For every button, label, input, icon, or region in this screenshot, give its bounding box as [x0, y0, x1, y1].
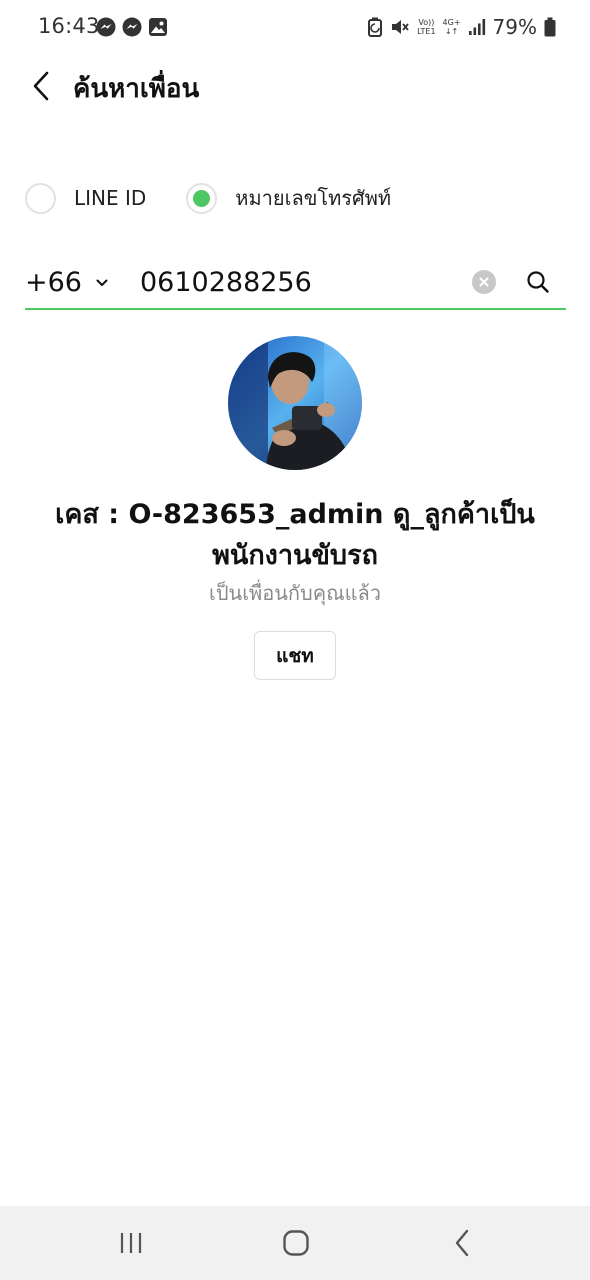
country-code-select[interactable]: +66	[25, 264, 108, 300]
profile-photo	[228, 336, 362, 470]
status-indicators: Vo)) LTE1 4G+ ↓↑ 79%	[367, 15, 556, 39]
network-type-indicator: 4G+ ↓↑	[442, 18, 461, 36]
back-button[interactable]	[22, 66, 60, 106]
chevron-down-icon	[96, 279, 108, 286]
country-code: +66	[25, 266, 82, 298]
recent-apps-button[interactable]	[111, 1228, 151, 1258]
page-title: ค้นหาเพื่อน	[73, 74, 200, 104]
search-button[interactable]	[525, 269, 551, 295]
home-icon	[283, 1230, 309, 1256]
notification-icons	[96, 17, 168, 37]
phone-search-bar: +66	[25, 256, 566, 310]
status-bar: 16:43 Vo)) LTE1 4G+ ↓↑ 79%	[0, 0, 590, 54]
mute-icon	[392, 20, 409, 34]
messenger-icon	[122, 17, 142, 37]
home-button[interactable]	[276, 1228, 316, 1258]
radio-phone-number[interactable]: หมายเลขโทรศัพท์	[186, 182, 391, 214]
gallery-icon	[149, 18, 167, 36]
battery-percent: 79%	[492, 15, 537, 39]
back-icon	[455, 1229, 469, 1257]
friend-status-text: เป็นเพื่อนกับคุณแล้ว	[208, 581, 382, 605]
status-time: 16:43	[38, 14, 100, 38]
profile-avatar[interactable]	[228, 336, 362, 470]
radio-label-phone-number: หมายเลขโทรศัพท์	[235, 186, 392, 210]
system-back-button[interactable]	[442, 1228, 482, 1258]
radio-button-unselected[interactable]	[25, 182, 56, 214]
radio-selected-dot	[193, 189, 211, 207]
radio-button-selected[interactable]	[186, 182, 218, 214]
radio-line-id[interactable]: LINE ID	[25, 182, 147, 214]
messenger-icon	[96, 17, 116, 37]
chat-button[interactable]: แชท	[254, 631, 336, 680]
search-type-selector: LINE ID หมายเลขโทรศัพท์	[25, 178, 391, 218]
clear-x-icon	[479, 277, 489, 287]
signal-icon	[468, 19, 485, 35]
recent-apps-icon	[120, 1233, 142, 1253]
volte-indicator: Vo)) LTE1	[417, 18, 436, 36]
battery-icon	[544, 17, 556, 37]
radio-label-line-id: LINE ID	[74, 186, 147, 210]
battery-saver-icon	[368, 17, 383, 37]
clear-input-button[interactable]	[472, 270, 496, 294]
phone-number-input[interactable]	[140, 262, 460, 302]
back-arrow-icon	[33, 71, 49, 101]
result-display-name: เคส : O-823653_admin ดู_ลูกค้าเป็นพนักงา…	[55, 499, 535, 571]
search-icon	[527, 271, 549, 293]
system-nav-bar	[0, 1206, 590, 1280]
header: ค้นหาเพื่อน	[0, 58, 590, 114]
